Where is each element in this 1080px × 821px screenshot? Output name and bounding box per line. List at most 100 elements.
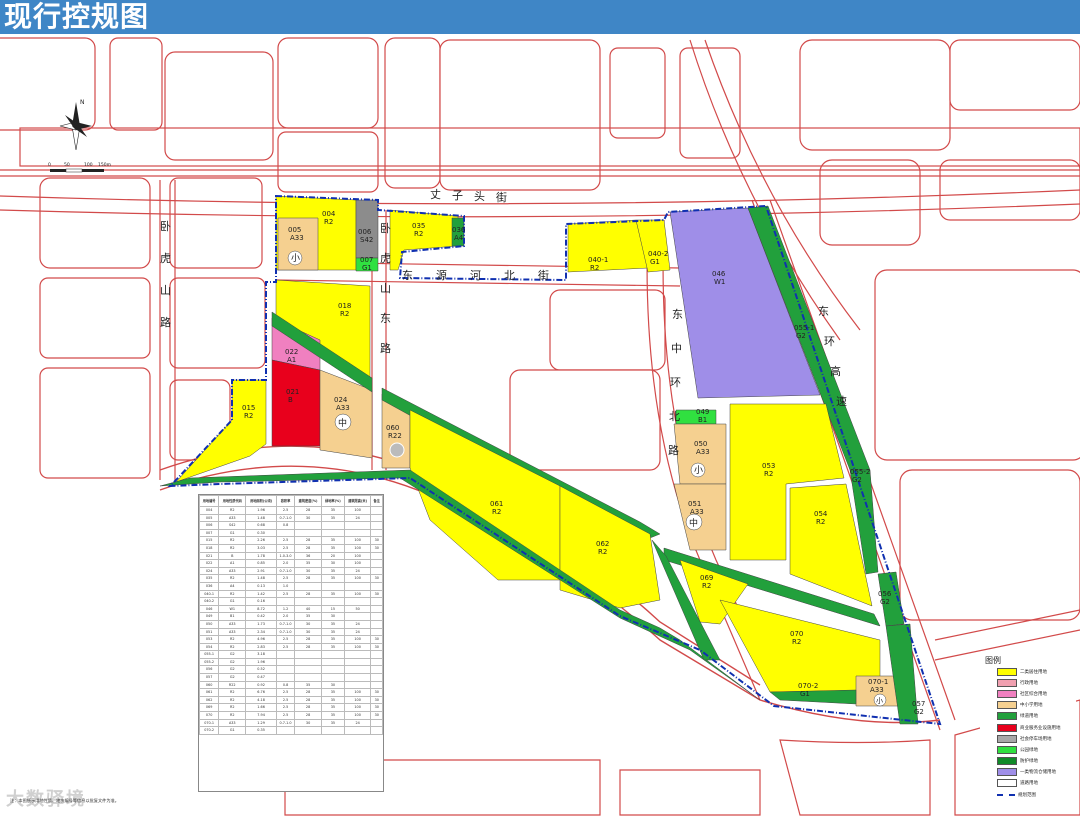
table-cell: 3.03 (245, 543, 277, 553)
table-cell: 30 (294, 619, 322, 629)
table-cell (275, 528, 296, 538)
table-cell: 046 (199, 604, 220, 614)
table-cell: 28 (294, 642, 322, 652)
table-cell: G2 (218, 657, 247, 667)
plot-code-055-1: G2 (796, 332, 806, 340)
legend-swatch (997, 793, 1015, 796)
table-cell: 100 (343, 703, 372, 713)
table-cell: 28 (294, 688, 322, 697)
table-cell: 1.66 (245, 703, 277, 713)
plot-code-036: A4 (454, 234, 464, 242)
table-cell (370, 673, 383, 682)
plot-id-050: 050 (694, 440, 707, 448)
table-cell: 055-2 (199, 657, 220, 667)
table-cell: 15 (320, 604, 345, 614)
table-cell: 50 (343, 604, 372, 614)
legend-label: 社会停车场用地 (1020, 736, 1052, 742)
table-cell (343, 673, 372, 682)
plot-id-056: 056 (878, 590, 892, 598)
plot-id-018: 018 (338, 302, 351, 310)
table-cell: A33 (218, 619, 247, 629)
legend: 图例 二类居住用地 行政用地 社区综合用地 中小学用地 绿道用地 商业服务业设施用地 社会停… (980, 654, 1076, 814)
table-cell: 2.26 (245, 536, 277, 545)
plot-id-069: 069 (700, 574, 713, 582)
plot-code-005: A33 (290, 234, 304, 242)
table-cell (294, 665, 322, 675)
plot-id-054: 054 (814, 510, 828, 518)
legend-label: 二类居住用地 (1020, 669, 1047, 675)
legend-swatch (997, 723, 1017, 732)
table-cell: 2.5 (275, 574, 296, 583)
plot-id-015: 015 (242, 404, 255, 412)
plot-code-021: B (288, 396, 293, 404)
table-cell: A4 (218, 581, 247, 591)
table-row: 049 B1 0.42 2.0 35 30 (199, 612, 383, 621)
legend-swatch (997, 757, 1017, 766)
plot-code-062: R2 (598, 548, 607, 556)
table-cell: 30 (370, 589, 383, 599)
table-row: 060 R22 0.92 0.8 35 30 (199, 680, 383, 690)
table-cell: 4.18 (245, 695, 277, 705)
table-cell: 2.5 (275, 703, 296, 713)
table-cell: 2.5 (275, 543, 296, 553)
table-cell (275, 650, 296, 659)
table-cell: 2.5 (275, 506, 296, 515)
plot-code-050: A33 (696, 448, 710, 456)
table-cell: 060 (199, 680, 220, 690)
legend-item: 公园绿地 (997, 744, 1076, 755)
table-cell: 2.0 (275, 559, 296, 568)
table-cell (370, 627, 383, 637)
legend-title: 图例 (985, 656, 1001, 665)
table-cell: 30 (320, 612, 345, 621)
table-row: 035 R2 1.48 2.5 28 35 100 30 (199, 574, 383, 583)
table-cell: G1 (218, 528, 247, 538)
parcel-070-2 (769, 689, 857, 705)
table-cell: 0.47 (245, 673, 277, 682)
table-cell: 35 (320, 589, 345, 599)
table-cell: 28 (294, 506, 322, 515)
plot-id-049: 049 (696, 408, 709, 416)
table-cell (370, 726, 383, 735)
table-cell: 054 (199, 642, 220, 652)
school-label-005: 小 (291, 253, 300, 264)
table-cell: 049 (199, 612, 220, 621)
table-cell: 1.42 (245, 589, 277, 599)
table-row: 050 A33 1.73 0.7-1.0 30 35 24 (199, 619, 383, 629)
legend-swatch (997, 734, 1017, 743)
table-cell: 35 (320, 627, 345, 637)
table-cell: 35 (320, 619, 345, 629)
table-cell: 1.29 (245, 718, 277, 728)
plot-id-036: 036 (452, 226, 466, 234)
table-cell: R2 (218, 711, 247, 720)
table-row: 022 A1 0.85 2.0 35 30 100 (199, 559, 383, 568)
legend-item: 中小学用地 (997, 700, 1076, 711)
table-cell: 30 (370, 574, 383, 583)
table-cell: 0.7-1.0 (275, 566, 296, 576)
plot-code-040-2: G1 (650, 258, 660, 266)
indicator-table: 用地编号 用地性质代码 用地面积(公顷) 容积率 建筑密度(%) 绿地率(%) 建筑限高(米… (198, 494, 384, 792)
table-row: 040-2 G1 0.16 (199, 597, 383, 606)
map-canvas: N 0 50 100 150m 004 R2 005 A33 006 S42 007 G1 03… (0, 34, 1080, 817)
table-cell: 0.68 (245, 521, 277, 530)
table-cell: 28 (294, 711, 322, 720)
table-cell (370, 650, 383, 659)
plot-id-055-1: 055-1 (794, 324, 814, 332)
parcel-040-1 (567, 219, 649, 273)
plot-id-051: 051 (688, 500, 701, 508)
table-cell (320, 650, 345, 659)
table-cell: 2.5 (275, 635, 296, 644)
street-label-wohu-road: 卧虎山路 (160, 220, 171, 329)
table-row: 046 W1 8.72 1.2 40 15 50 (199, 604, 383, 614)
north-label: N (80, 99, 85, 106)
legend-label: 商业服务业设施用地 (1020, 725, 1061, 731)
planning-map: N 0 50 100 150m 004R2005A33006S42007G103… (0, 37, 1080, 816)
table-cell (275, 597, 296, 606)
table-cell: 070-2 (199, 726, 220, 735)
table-cell: 1.48 (245, 513, 277, 523)
table-cell (343, 680, 372, 690)
table-cell: 100 (343, 695, 372, 705)
table-cell: 100 (343, 688, 372, 697)
table-cell (343, 612, 372, 621)
table-cell (294, 521, 322, 530)
plot-id-053: 053 (762, 462, 775, 470)
